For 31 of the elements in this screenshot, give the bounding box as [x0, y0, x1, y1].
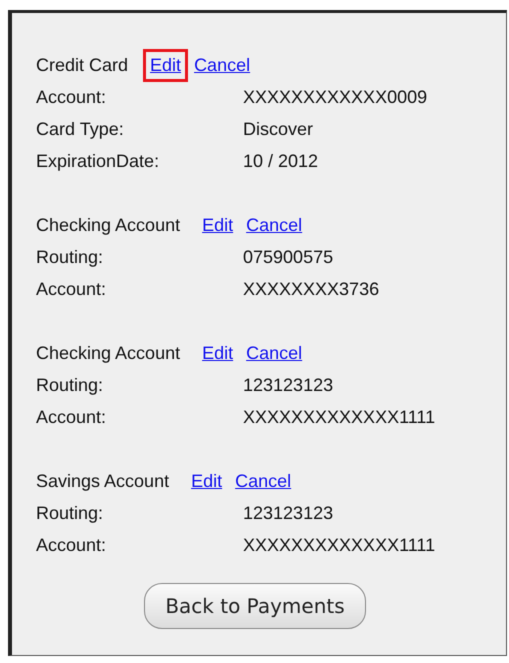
section-title: Savings Account — [36, 470, 170, 492]
edit-link[interactable]: Edit — [184, 464, 230, 498]
field-label: Routing: — [36, 246, 104, 268]
section-title: Checking Account — [36, 342, 180, 364]
cancel-link[interactable]: Cancel — [246, 214, 302, 236]
field-label: Routing: — [36, 374, 104, 396]
field-value: 10 / 2012 — [243, 150, 318, 172]
field-label: Card Type: — [36, 118, 125, 140]
section-title: Checking Account — [36, 214, 180, 236]
back-button[interactable]: Back to Payments — [144, 583, 366, 629]
field-label: Routing: — [36, 502, 104, 524]
field-label: Account: — [36, 534, 108, 556]
field-value: 075900575 — [243, 246, 334, 268]
cancel-link[interactable]: Cancel — [194, 54, 250, 76]
cancel-link[interactable]: Cancel — [246, 342, 302, 364]
field-label: Account: — [36, 86, 108, 108]
section-title: Credit Card — [36, 54, 128, 76]
cancel-link[interactable]: Cancel — [235, 470, 292, 492]
field-value: XXXXXXXXXXXXX1111 — [243, 534, 436, 556]
field-label: Account: — [36, 406, 108, 428]
edit-link[interactable]: Edit — [195, 208, 240, 242]
field-label: ExpirationDate: — [36, 150, 160, 172]
field-value: XXXXXXXXXXXXX1111 — [243, 406, 436, 428]
field-label: Account: — [36, 278, 108, 300]
field-value: 123123123 — [243, 502, 334, 524]
edit-link[interactable]: Edit — [195, 336, 240, 370]
field-value: XXXXXXXXXXXX0009 — [243, 86, 428, 108]
edit-link[interactable]: Edit — [143, 48, 188, 82]
field-value: 123123123 — [243, 374, 334, 396]
field-value: Discover — [243, 118, 314, 140]
field-value: XXXXXXXX3736 — [243, 278, 380, 300]
